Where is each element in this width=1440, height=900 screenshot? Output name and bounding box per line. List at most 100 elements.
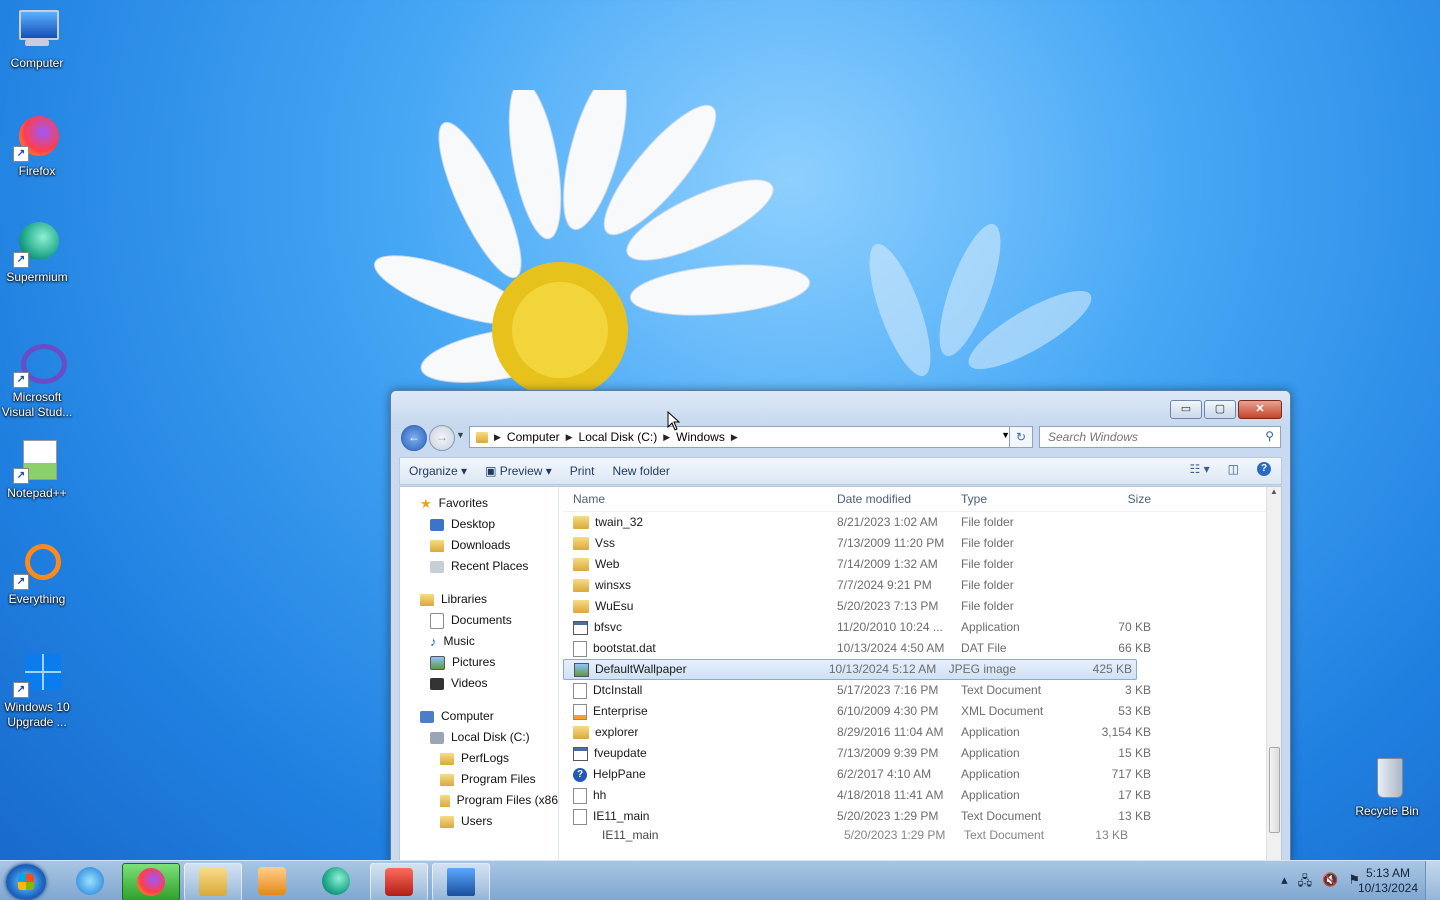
help-icon[interactable]: ? (1257, 462, 1271, 476)
column-header-size[interactable]: Size (1081, 487, 1155, 511)
file-row[interactable]: explorer 8/29/2016 11:04 AM Application 3,1… (563, 722, 1267, 743)
show-desktop-button[interactable] (1425, 861, 1440, 900)
recent-pages-dropdown-icon[interactable]: ▼ (456, 430, 465, 440)
file-name: Vss (563, 533, 833, 554)
file-row[interactable]: DefaultWallpaper 10/13/2024 5:12 AM JPEG i… (563, 659, 1137, 680)
nav-program-files[interactable]: Program Files (400, 769, 558, 790)
forward-button[interactable]: → (429, 425, 455, 451)
taskbar-toolbox[interactable] (370, 863, 428, 900)
file-type: File folder (961, 578, 1014, 592)
navigation-pane[interactable]: ★ Favorites Desktop Downloads Recent Plac… (400, 487, 559, 860)
nav-computer[interactable]: Computer (400, 706, 558, 727)
show-hidden-icons-icon[interactable]: ▴ (1281, 872, 1288, 894)
title-bar[interactable]: ▭ ▢ ✕ (391, 391, 1290, 429)
vertical-scrollbar[interactable]: ▲ (1266, 487, 1281, 860)
desktop-icon-supermium[interactable]: ↗ Supermium (0, 220, 74, 285)
file-list[interactable]: Name Date modified Type Size twain_32 8/2… (563, 487, 1267, 860)
close-button[interactable]: ✕ (1238, 400, 1282, 419)
file-row[interactable]: ? HelpPane 6/2/2017 4:10 AM Application 717 … (563, 764, 1267, 785)
taskbar-file-explorer[interactable] (184, 863, 242, 900)
breadcrumb-separator-icon[interactable]: ▶ (494, 432, 501, 443)
breadcrumb-separator-icon[interactable]: ▶ (731, 432, 738, 443)
nav-videos[interactable]: Videos (400, 673, 558, 694)
drag-ghost-type: Text Document (964, 828, 1045, 842)
nav-documents[interactable]: Documents (400, 610, 558, 631)
view-options-icon[interactable]: ☷ ▾ (1190, 462, 1210, 476)
column-header-name[interactable]: Name (563, 487, 833, 511)
desktop-icon-notepad-plus-plus[interactable]: ↗ Notepad++ (0, 436, 74, 501)
doc-icon (573, 682, 587, 699)
column-header-type[interactable]: Type (957, 487, 1081, 511)
nav-users[interactable]: Users (400, 811, 558, 832)
taskbar-internet-explorer[interactable] (62, 863, 118, 899)
breadcrumb-separator-icon[interactable]: ▶ (566, 432, 573, 443)
search-box[interactable]: ⚲ (1039, 426, 1281, 448)
desktop-icon-everything[interactable]: ↗ Everything (0, 542, 74, 607)
folder-icon (440, 752, 454, 765)
column-header-date[interactable]: Date modified (833, 487, 957, 511)
scrollbar-thumb[interactable] (1269, 747, 1280, 833)
file-row[interactable]: hh 4/18/2018 11:41 AM Application 17 KB (563, 785, 1267, 806)
file-size: 717 KB (1111, 767, 1151, 781)
nav-program-files-x86[interactable]: Program Files (x86 (400, 790, 558, 811)
desktop-icon-firefox[interactable]: ↗ Firefox (0, 114, 74, 179)
file-row[interactable]: Vss 7/13/2009 11:20 PM File folder (563, 533, 1267, 554)
print-button[interactable]: Print (561, 464, 604, 478)
organize-button[interactable]: Organize ▾ (400, 464, 476, 478)
taskbar-media-player[interactable] (244, 863, 300, 899)
nav-favorites[interactable]: ★ Favorites (400, 493, 558, 514)
file-name: bfsvc (563, 617, 833, 638)
nav-recent-places[interactable]: Recent Places (400, 556, 558, 577)
file-row[interactable]: bootstat.dat 10/13/2024 4:50 AM DAT File 66… (563, 638, 1267, 659)
desktop-icon-windows-10-upgrade[interactable]: ↗ Windows 10 Upgrade ... (0, 650, 74, 730)
breadcrumb-windows[interactable]: Windows (676, 430, 725, 444)
desktop-icon-computer[interactable]: Computer (0, 6, 74, 71)
minimize-button[interactable]: ▭ (1170, 400, 1202, 419)
back-button[interactable]: ← (401, 425, 427, 451)
windows-logo-icon (18, 874, 34, 890)
address-bar[interactable]: ▶ Computer ▶ Local Disk (C:) ▶ Windows ▶… (469, 426, 1031, 448)
file-row[interactable]: IE11_main 5/20/2023 1:29 PM Text Document 1… (563, 806, 1267, 827)
nav-label: Recent Places (451, 559, 529, 573)
refresh-button[interactable]: ↻ (1009, 426, 1033, 448)
explorer-window[interactable]: ▭ ▢ ✕ ← → ▼ ▶ Computer ▶ Local Disk (C:)… (390, 390, 1291, 862)
preview-pane-icon[interactable]: ◫ (1228, 462, 1239, 476)
xml-icon (573, 703, 587, 720)
file-row[interactable]: DtcInstall 5/17/2023 7:16 PM Text Document… (563, 680, 1267, 701)
search-input[interactable] (1046, 427, 1250, 447)
file-row[interactable]: Enterprise 6/10/2009 4:30 PM XML Document 5… (563, 701, 1267, 722)
file-row[interactable]: winsxs 7/7/2024 9:21 PM File folder (563, 575, 1267, 596)
file-row[interactable]: fveupdate 7/13/2009 9:39 PM Application 15 … (563, 743, 1267, 764)
file-row[interactable]: twain_32 8/21/2023 1:02 AM File folder (563, 512, 1267, 533)
taskbar-supermium[interactable] (308, 863, 364, 899)
file-row[interactable]: bfsvc 11/20/2010 10:24 ... Application 70 K… (563, 617, 1267, 638)
explorer-body: ★ Favorites Desktop Downloads Recent Plac… (399, 486, 1282, 861)
desktop-icon-recycle-bin[interactable]: Recycle Bin (1350, 754, 1424, 819)
documents-icon (430, 612, 444, 629)
breadcrumb-computer[interactable]: Computer (507, 430, 560, 444)
volume-muted-icon[interactable]: 🔇 (1322, 872, 1338, 894)
new-folder-button[interactable]: New folder (603, 464, 678, 478)
doc-icon (573, 640, 587, 657)
nav-perflogs[interactable]: PerfLogs (400, 748, 558, 769)
nav-pictures[interactable]: Pictures (400, 652, 558, 673)
system-clock[interactable]: 5:13 AM 10/13/2024 (1358, 866, 1418, 896)
taskbar-explorer-window[interactable] (432, 863, 490, 900)
nav-libraries[interactable]: Libraries (400, 589, 558, 610)
file-row[interactable]: WuEsu 5/20/2023 7:13 PM File folder (563, 596, 1267, 617)
breadcrumb-separator-icon[interactable]: ▶ (663, 432, 670, 443)
desktop-icon-visual-studio[interactable]: ↗ Microsoft Visual Stud... (0, 340, 74, 420)
maximize-button[interactable]: ▢ (1204, 400, 1236, 419)
file-row[interactable]: Web 7/14/2009 1:32 AM File folder (563, 554, 1267, 575)
nav-desktop[interactable]: Desktop (400, 514, 558, 535)
taskbar-firefox[interactable] (122, 863, 180, 900)
start-button[interactable] (6, 864, 46, 900)
scroll-up-icon[interactable]: ▲ (1267, 487, 1281, 496)
nav-downloads[interactable]: Downloads (400, 535, 558, 556)
nav-local-disk[interactable]: Local Disk (C:) (400, 727, 558, 748)
file-type: Text Document (961, 809, 1042, 823)
breadcrumb-local-disk[interactable]: Local Disk (C:) (579, 430, 658, 444)
nav-music[interactable]: ♪ Music (400, 631, 558, 652)
network-icon[interactable]: 🖧 (1298, 872, 1313, 894)
preview-button[interactable]: ▣ Preview ▾ (476, 464, 561, 478)
